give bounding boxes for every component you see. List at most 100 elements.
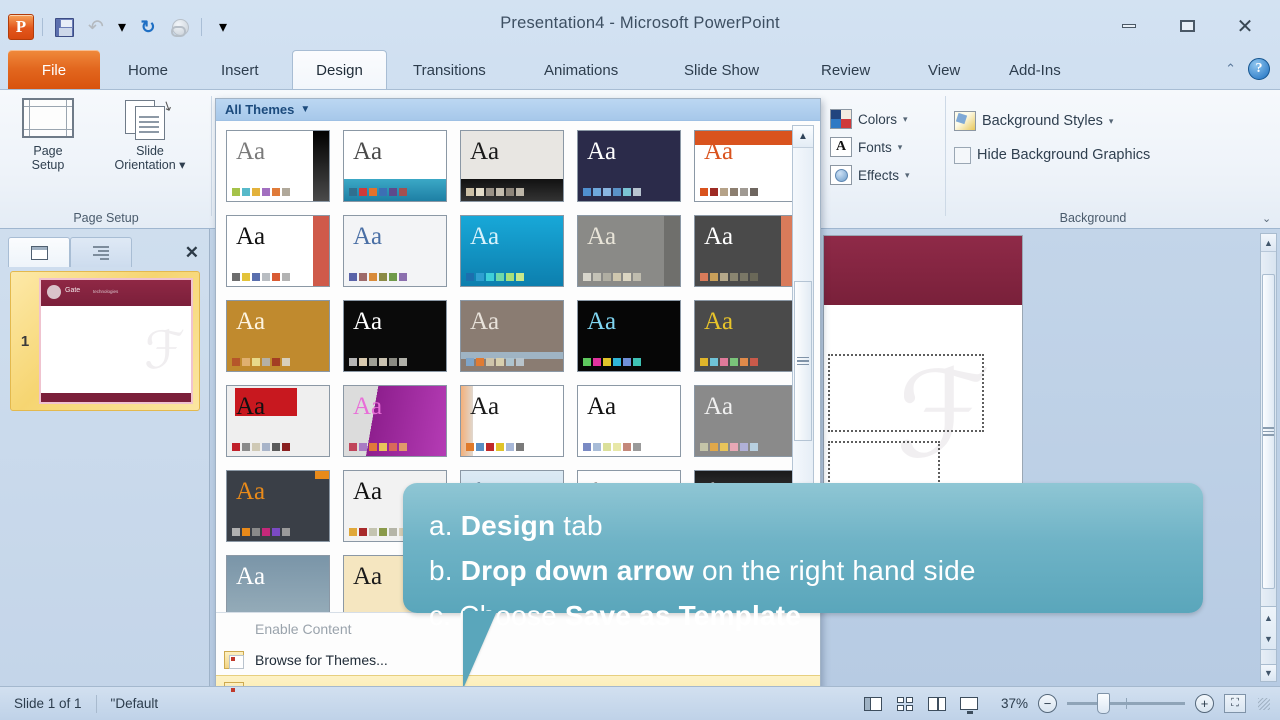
theme-colors-button[interactable]: Colors ▾	[830, 106, 908, 132]
current-slide[interactable]: ℱ	[823, 235, 1023, 520]
scroll-down-icon[interactable]: ▼	[1260, 664, 1277, 682]
theme-swatch-row	[583, 358, 641, 366]
theme-swatch	[262, 443, 270, 451]
theme-swatch	[379, 273, 387, 281]
minimize-button[interactable]	[1108, 14, 1150, 38]
page-setup-button[interactable]: Page Setup	[12, 98, 84, 172]
theme-thumbnail[interactable]: Aa	[222, 296, 334, 376]
theme-thumbnail[interactable]: Aa	[222, 381, 334, 461]
theme-swatch	[750, 273, 758, 281]
theme-effects-button[interactable]: Effects ▾	[830, 162, 910, 188]
theme-swatch	[379, 528, 387, 536]
theme-swatch	[349, 528, 357, 536]
window-resize-grip[interactable]	[1258, 697, 1270, 710]
menu-item-browse-for-themes[interactable]: Browse for Themes...	[216, 644, 820, 675]
close-pane-button[interactable]: ✕	[185, 243, 199, 267]
theme-thumbnail[interactable]: Aa	[573, 381, 685, 461]
theme-thumbnail[interactable]: Aa	[573, 211, 685, 291]
scrollbar-thumb[interactable]	[1262, 274, 1275, 589]
hide-background-graphics-label: Hide Background Graphics	[977, 147, 1151, 163]
theme-thumbnail[interactable]: Aa	[573, 296, 685, 376]
chevron-down-icon-2[interactable]: ▾	[898, 142, 903, 153]
outline-tab[interactable]	[70, 237, 132, 267]
browse-themes-icon	[224, 650, 244, 669]
reading-view-button[interactable]	[926, 694, 948, 714]
tab-animations[interactable]: Animations	[528, 50, 634, 90]
tab-insert[interactable]: Insert	[205, 50, 275, 90]
tab-slide-show[interactable]: Slide Show	[668, 50, 775, 90]
tab-review[interactable]: Review	[805, 50, 886, 90]
zoom-level-label[interactable]: 37%	[990, 696, 1028, 711]
theme-aa-sample: Aa	[236, 223, 266, 250]
tab-design[interactable]: Design	[292, 50, 387, 90]
theme-thumbnail[interactable]: Aa	[339, 126, 451, 206]
next-slide-icon[interactable]: ▼	[1264, 634, 1273, 643]
zoom-in-button[interactable]: +	[1195, 694, 1214, 713]
tab-view[interactable]: View	[912, 50, 976, 90]
collapse-ribbon-icon[interactable]: ⌃	[1225, 61, 1236, 77]
theme-swatch	[583, 188, 591, 196]
fit-slide-to-window-button[interactable]: ⛶	[1224, 694, 1246, 713]
theme-swatch	[232, 528, 240, 536]
previous-next-slide-buttons[interactable]: ▲ ▼	[1260, 606, 1277, 650]
theme-thumbnail[interactable]: Aa	[690, 381, 802, 461]
theme-thumbnail[interactable]: Aa	[339, 296, 451, 376]
gallery-scrollbar-thumb[interactable]	[794, 281, 812, 441]
normal-view-button[interactable]	[862, 694, 884, 714]
zoom-slider-thumb[interactable]	[1097, 693, 1110, 714]
theme-thumbnail[interactable]: Aa	[222, 466, 334, 546]
zoom-out-button[interactable]: −	[1038, 694, 1057, 713]
theme-thumbnail[interactable]: Aa	[222, 126, 334, 206]
slide-show-button[interactable]	[958, 694, 980, 714]
slide-title-band	[824, 236, 1022, 306]
callout-line-b-rest: on the right hand side	[693, 555, 976, 586]
title-bar: P ↷ ▾ ↻ ▾ Presentation4 - Microsoft Powe…	[0, 0, 1280, 50]
slide-counter[interactable]: Slide 1 of 1	[0, 696, 96, 711]
background-dialog-launcher[interactable]: ⌄	[1262, 212, 1274, 225]
tab-home[interactable]: Home	[112, 50, 184, 90]
chevron-down-icon[interactable]: ▾	[903, 114, 908, 125]
theme-swatch	[399, 188, 407, 196]
previous-slide-icon[interactable]: ▲	[1264, 613, 1273, 622]
theme-swatch	[720, 443, 728, 451]
gallery-scroll-up-icon[interactable]: ▲	[793, 126, 813, 148]
zoom-slider[interactable]	[1067, 693, 1185, 714]
theme-thumbnail[interactable]: Aa	[573, 126, 685, 206]
maximize-button[interactable]	[1166, 14, 1208, 38]
theme-thumbnail[interactable]: Aa	[456, 211, 568, 291]
close-button[interactable]: ✕	[1224, 14, 1266, 38]
theme-thumbnail[interactable]: Aa	[690, 126, 802, 206]
help-icon[interactable]: ?	[1248, 58, 1270, 80]
theme-swatch	[486, 443, 494, 451]
gallery-section-caret-icon[interactable]: ▼	[300, 104, 310, 115]
chevron-down-icon-4[interactable]: ▾	[1109, 116, 1114, 127]
slides-tab[interactable]	[8, 237, 70, 267]
theme-swatch	[730, 358, 738, 366]
theme-swatch	[603, 358, 611, 366]
slide-orientation-button[interactable]: ↘ Slide Orientation ▾	[98, 96, 202, 172]
theme-thumbnail[interactable]: Aa	[339, 381, 451, 461]
theme-swatch	[720, 358, 728, 366]
theme-thumbnail[interactable]: Aa	[339, 211, 451, 291]
background-styles-button[interactable]: Background Styles ▾	[954, 108, 1113, 134]
slide-sorter-button[interactable]	[894, 694, 916, 714]
theme-thumbnail[interactable]: Aa	[456, 126, 568, 206]
theme-name-status[interactable]: "Default	[97, 696, 173, 711]
tab-transitions[interactable]: Transitions	[397, 50, 502, 90]
theme-thumbnail[interactable]: Aa	[690, 211, 802, 291]
tab-file[interactable]: File	[8, 50, 100, 90]
theme-thumbnail[interactable]: Aa	[222, 211, 334, 291]
theme-swatch	[399, 273, 407, 281]
hide-background-graphics-checkbox[interactable]: Hide Background Graphics	[954, 142, 1150, 168]
theme-thumbnail[interactable]: Aa	[456, 296, 568, 376]
theme-thumbnail[interactable]: Aa	[456, 381, 568, 461]
chevron-down-icon-3[interactable]: ▾	[905, 170, 910, 181]
slide-thumbnail-item[interactable]: 1 Gate technologies ℱ	[10, 271, 200, 411]
scroll-up-icon[interactable]: ▲	[1261, 234, 1276, 252]
checkbox-icon[interactable]	[954, 146, 971, 164]
theme-thumbnail[interactable]: Aa	[690, 296, 802, 376]
tab-add-ins[interactable]: Add-Ins	[993, 50, 1077, 90]
theme-swatch	[700, 443, 708, 451]
title-placeholder[interactable]	[828, 354, 984, 432]
theme-fonts-button[interactable]: A Fonts ▾	[830, 134, 902, 160]
